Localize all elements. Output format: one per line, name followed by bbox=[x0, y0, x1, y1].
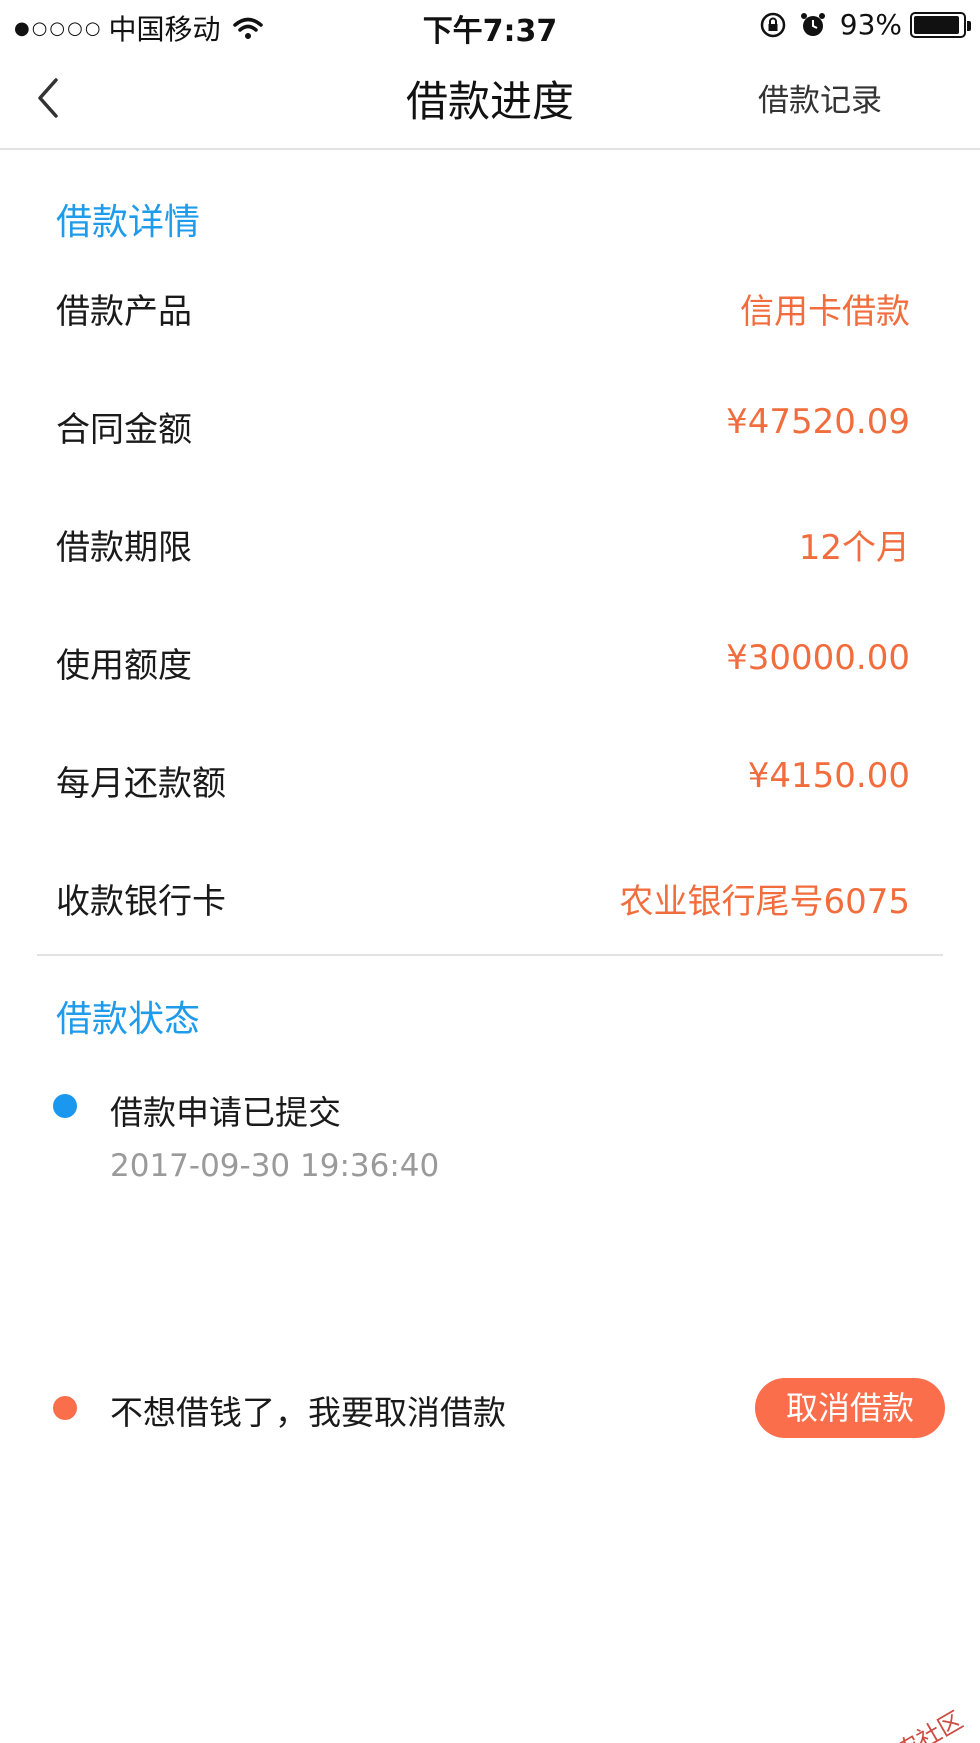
row-value: 农业银行尾号6075 bbox=[619, 882, 910, 922]
status-bar: ●○○○○ 中国移动 下午7:37 93% bbox=[0, 0, 980, 50]
status-section-title: 借款状态 bbox=[56, 999, 201, 1040]
detail-row-product: 借款产品 信用卡借款 bbox=[56, 284, 910, 344]
watermark-text: 卡农社区 bbox=[870, 1705, 968, 1743]
detail-row-monthly-payment: 每月还款额 ¥4150.00 bbox=[56, 756, 910, 816]
rotation-lock-icon bbox=[760, 12, 786, 37]
cancel-dot bbox=[53, 1396, 77, 1420]
cancel-loan-button[interactable]: 取消借款 bbox=[755, 1378, 945, 1438]
row-label: 借款产品 bbox=[56, 292, 192, 332]
row-value: 信用卡借款 bbox=[740, 292, 910, 332]
detail-row-bank-card: 收款银行卡 农业银行尾号6075 bbox=[56, 874, 910, 934]
row-label: 使用额度 bbox=[56, 646, 192, 686]
row-value: ¥4150.00 bbox=[747, 756, 910, 796]
status-submitted-time: 2017-09-30 19:36:40 bbox=[110, 1148, 440, 1184]
row-label: 收款银行卡 bbox=[56, 882, 226, 922]
detail-row-term: 借款期限 12个月 bbox=[56, 520, 910, 580]
battery-icon bbox=[910, 11, 971, 38]
status-right: 93% bbox=[760, 8, 971, 41]
details-section-title: 借款详情 bbox=[56, 202, 201, 243]
section-divider bbox=[37, 954, 943, 956]
row-label: 每月还款额 bbox=[56, 764, 226, 804]
detail-row-used-credit: 使用额度 ¥30000.00 bbox=[56, 638, 910, 698]
row-label: 借款期限 bbox=[56, 528, 192, 568]
battery-percent: 93% bbox=[839, 8, 902, 41]
cancel-prompt-text: 不想借钱了，我要取消借款 bbox=[110, 1393, 506, 1432]
watermark: 卡农社区 bbox=[843, 1701, 968, 1743]
status-dot-submitted bbox=[53, 1094, 77, 1118]
detail-row-contract-amount: 合同金额 ¥47520.09 bbox=[56, 402, 910, 462]
page: ●○○○○ 中国移动 下午7:37 93% 借款进度 借款记录 借款详情 借款产… bbox=[0, 0, 980, 1743]
nav-bar: 借款进度 借款记录 bbox=[0, 50, 980, 150]
row-label: 合同金额 bbox=[56, 410, 192, 450]
status-submitted-text: 借款申请已提交 bbox=[110, 1093, 341, 1132]
row-value: 12个月 bbox=[798, 528, 910, 568]
row-value: ¥47520.09 bbox=[726, 402, 910, 442]
alarm-icon bbox=[800, 12, 825, 36]
row-value: ¥30000.00 bbox=[726, 638, 910, 678]
battery-level bbox=[914, 15, 959, 34]
loan-records-link[interactable]: 借款记录 bbox=[758, 75, 882, 120]
